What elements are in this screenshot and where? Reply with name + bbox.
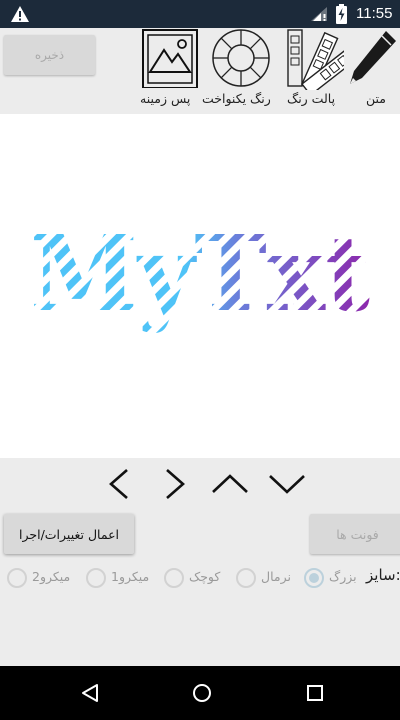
color-wheel-icon <box>212 29 270 87</box>
move-controls <box>0 458 400 510</box>
tool-text[interactable]: متن <box>346 28 400 114</box>
tool-solid-color[interactable]: رنگ یکنواخت <box>202 28 272 114</box>
warning-icon <box>11 6 29 22</box>
tool-palette-label: پالت رنگ <box>287 91 336 106</box>
image-icon <box>142 29 198 88</box>
status-bar: 11:55 <box>0 0 400 28</box>
radio-icon[interactable] <box>86 568 106 588</box>
tool-palette[interactable]: پالت رنگ <box>284 28 344 114</box>
radio-icon[interactable] <box>236 568 256 588</box>
fonts-button[interactable]: فونت ها <box>310 514 400 554</box>
preview-text: MyTxt <box>30 212 370 335</box>
palette-icon <box>287 29 344 90</box>
tool-background-label: پس زمینه <box>140 91 191 106</box>
tool-text-label: متن <box>366 91 386 106</box>
chevron-right-icon[interactable] <box>155 466 195 502</box>
back-icon[interactable] <box>80 683 100 703</box>
size-label: سایز: <box>366 566 400 584</box>
chevron-left-icon[interactable] <box>99 466 139 502</box>
nav-bar <box>0 666 400 720</box>
radio-icon[interactable] <box>7 568 27 588</box>
text-preview-canvas: MyTxt <box>0 114 400 458</box>
tool-background[interactable]: پس زمینه <box>140 28 200 114</box>
tool-solid-color-label: رنگ یکنواخت <box>202 91 271 106</box>
clock: 11:55 <box>356 5 393 22</box>
pencil-icon <box>350 31 396 84</box>
radio-icon[interactable] <box>164 568 184 588</box>
battery-charging-icon <box>336 4 347 24</box>
save-button[interactable]: ذخیره <box>4 35 95 75</box>
radio-icon[interactable] <box>304 568 324 588</box>
apply-changes-button[interactable]: اعمال تغییرات/اجرا <box>4 514 134 554</box>
recents-icon[interactable] <box>306 684 324 702</box>
toolbar: ذخیره پس زمینه رنگ یکنواخت پالت رنگ متن <box>0 28 400 114</box>
chevron-down-icon[interactable] <box>267 466 307 502</box>
signal-icon <box>311 7 327 21</box>
home-icon[interactable] <box>192 683 212 703</box>
chevron-up-icon[interactable] <box>210 466 250 502</box>
